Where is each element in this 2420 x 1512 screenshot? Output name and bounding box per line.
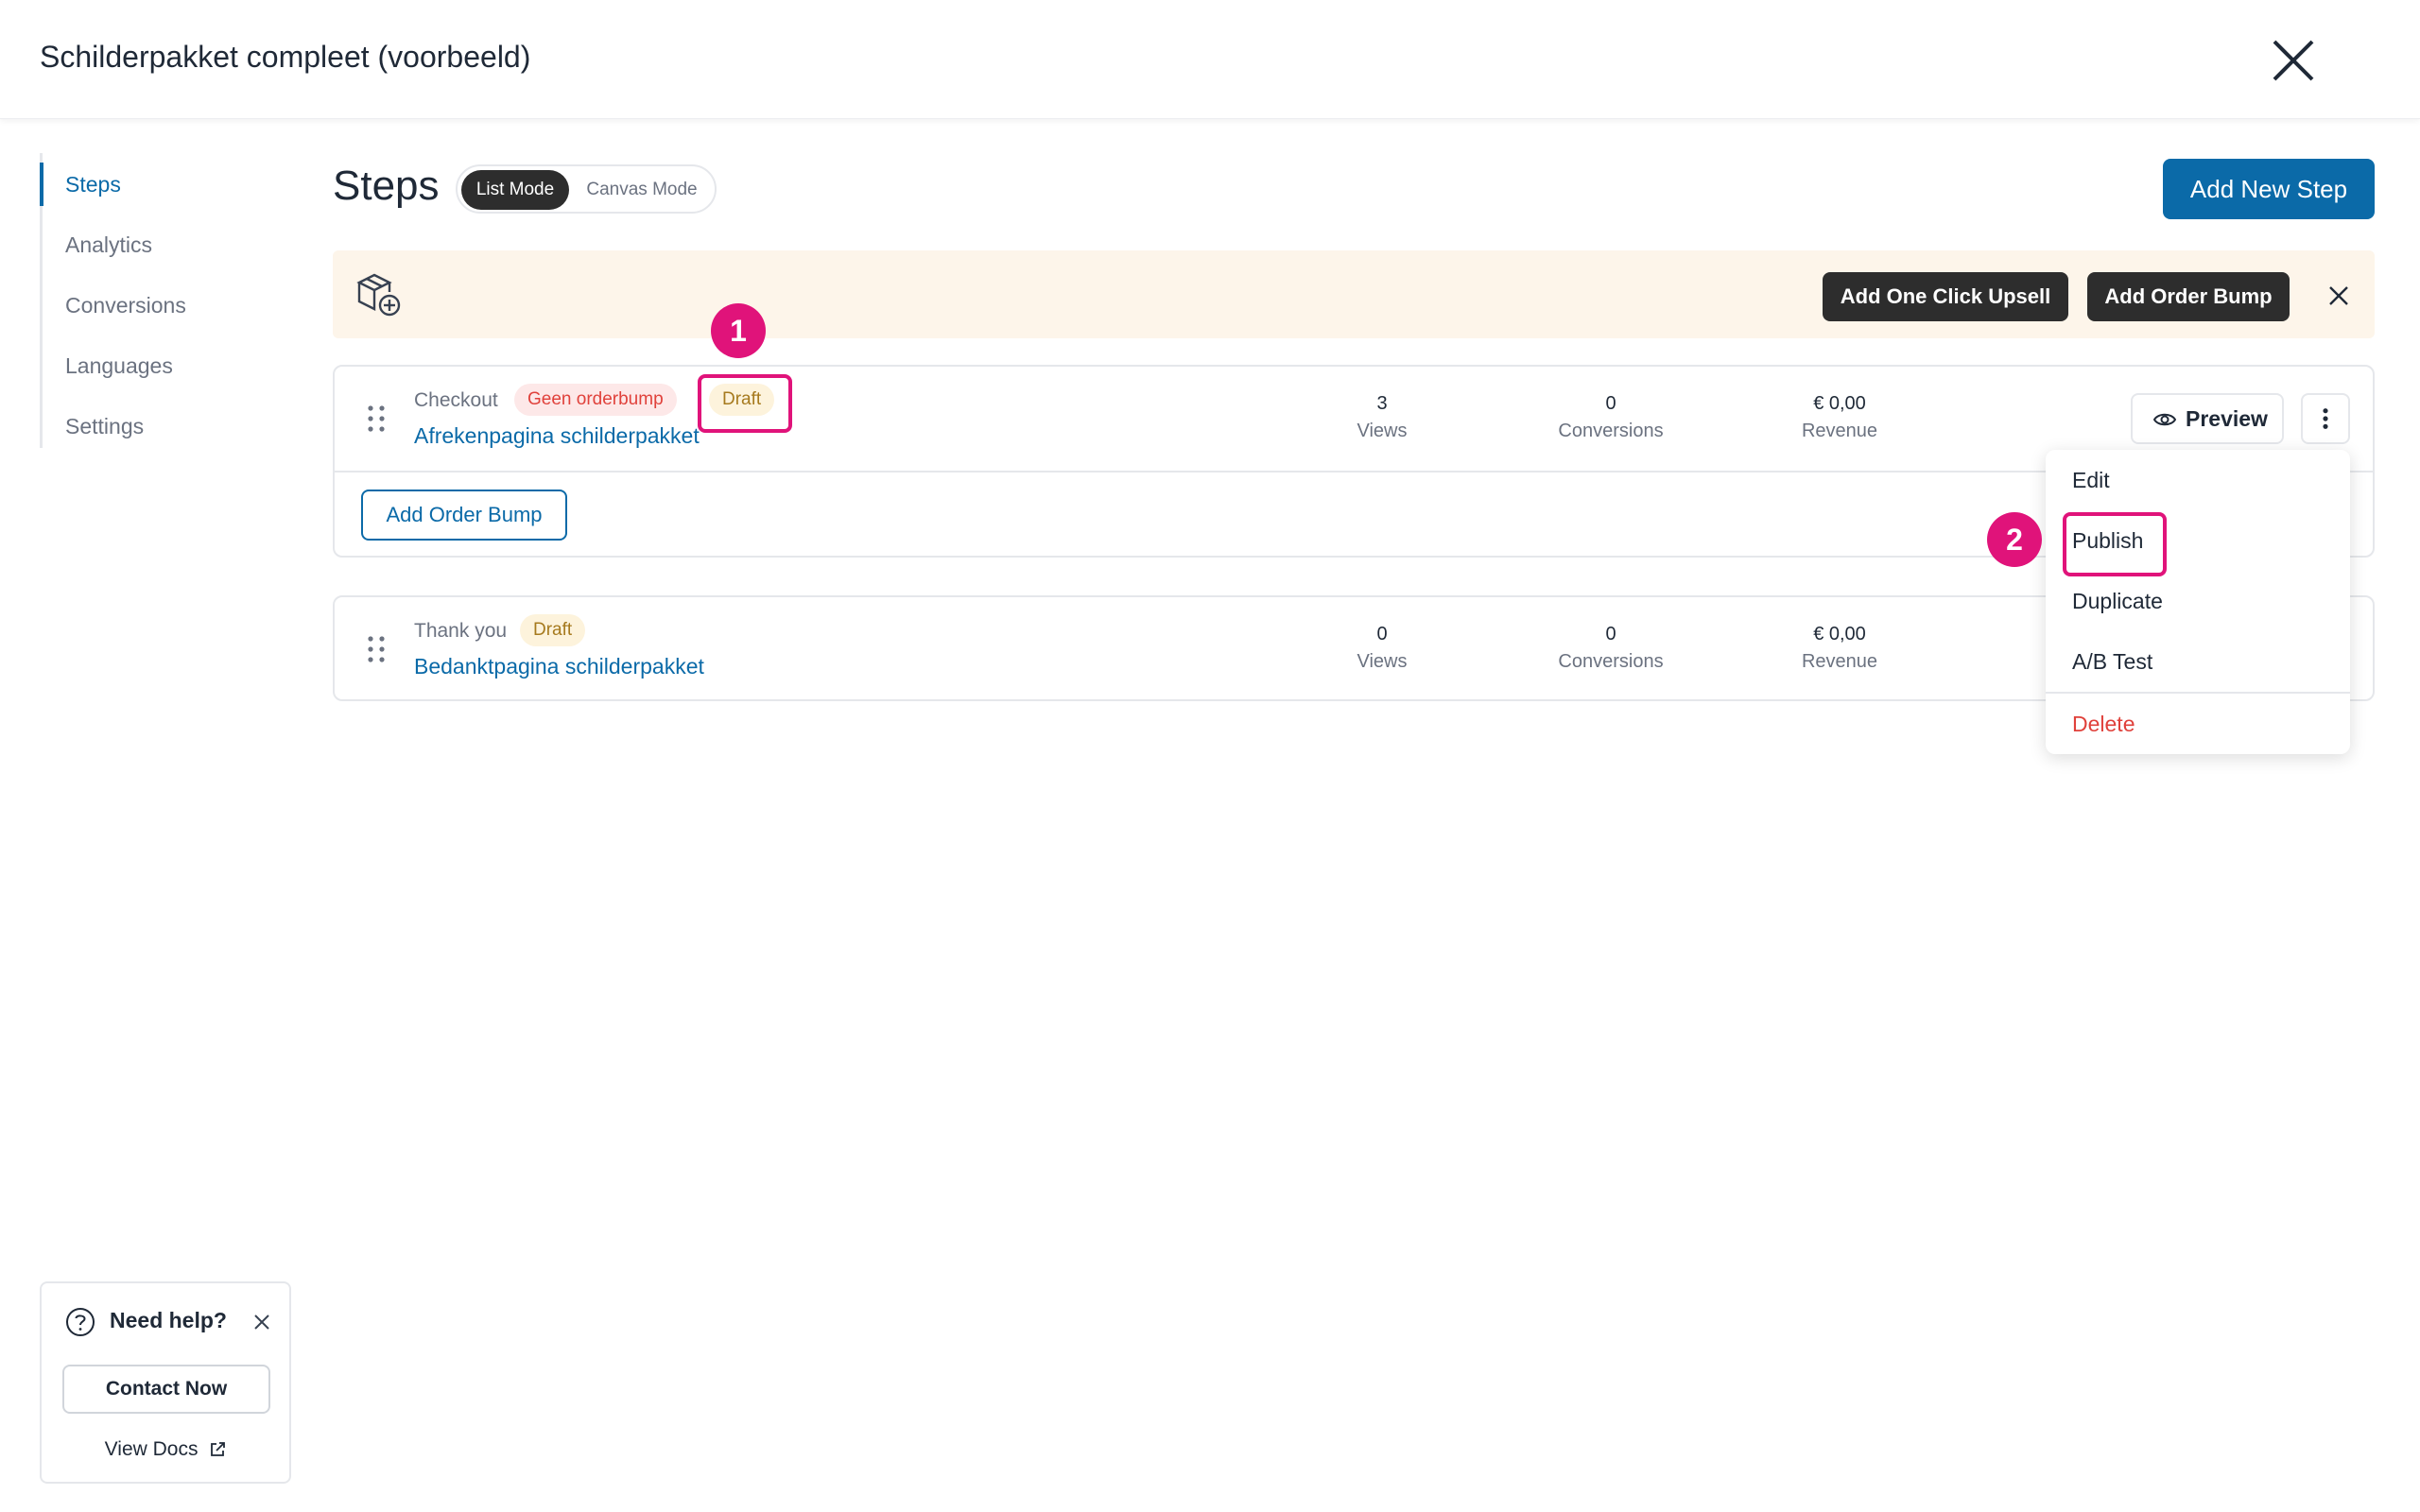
drag-handle-icon[interactable] bbox=[365, 403, 388, 435]
contact-now-button[interactable]: Contact Now bbox=[62, 1365, 270, 1414]
box-plus-icon bbox=[356, 273, 401, 317]
page-title: Schilderpakket compleet (voorbeeld) bbox=[40, 40, 531, 74]
list-mode-option[interactable]: List Mode bbox=[461, 170, 569, 210]
conversions-label: Conversions bbox=[1558, 651, 1664, 672]
step-type-label: Checkout bbox=[414, 389, 498, 411]
revenue-label: Revenue bbox=[1801, 421, 1878, 441]
views-label: Views bbox=[1357, 651, 1408, 672]
revenue-value: € 0,00 bbox=[1813, 393, 1866, 414]
add-order-bump-button[interactable]: Add Order Bump bbox=[361, 490, 567, 541]
upsell-banner: Add One Click Upsell Add Order Bump bbox=[333, 250, 2375, 338]
step-type-label: Thank you bbox=[414, 620, 508, 642]
status-badge: Draft bbox=[520, 614, 586, 646]
step-badge-1: 1 bbox=[711, 303, 766, 358]
menu-item-duplicate[interactable]: Duplicate bbox=[2046, 571, 2350, 631]
top-bar: Schilderpakket compleet (voorbeeld) bbox=[0, 0, 2420, 119]
add-order-bump-banner-button[interactable]: Add Order Bump bbox=[2087, 272, 2290, 321]
revenue-stat: € 0,00 Revenue bbox=[1745, 624, 1934, 673]
conversions-stat: 0 Conversions bbox=[1516, 624, 1705, 673]
close-icon[interactable] bbox=[2269, 36, 2318, 85]
views-value: 0 bbox=[1376, 624, 1388, 644]
view-mode-toggle: List Mode Canvas Mode bbox=[456, 164, 717, 214]
more-options-icon[interactable] bbox=[2301, 393, 2350, 444]
conversions-stat: 0 Conversions bbox=[1516, 393, 1705, 442]
step-badge-2: 2 bbox=[1987, 512, 2042, 567]
add-new-step-button[interactable]: Add New Step bbox=[2163, 159, 2375, 219]
menu-item-ab-test[interactable]: A/B Test bbox=[2046, 631, 2350, 692]
external-link-icon bbox=[211, 1442, 226, 1457]
step-name-link[interactable]: Bedanktpagina schilderpakket bbox=[414, 654, 704, 679]
section-heading: Steps bbox=[333, 163, 440, 209]
preview-label: Preview bbox=[2186, 406, 2268, 431]
sidebar-item-settings[interactable]: Settings bbox=[43, 404, 269, 448]
canvas-mode-option[interactable]: Canvas Mode bbox=[575, 170, 709, 210]
add-one-click-upsell-button[interactable]: Add One Click Upsell bbox=[1823, 272, 2068, 321]
question-circle-icon bbox=[66, 1308, 95, 1336]
status-badge: Draft bbox=[709, 384, 775, 416]
dismiss-banner-icon[interactable] bbox=[2327, 284, 2350, 307]
sidebar-item-conversions[interactable]: Conversions bbox=[43, 284, 269, 327]
sidebar-item-steps[interactable]: Steps bbox=[40, 163, 267, 206]
sidebar-item-analytics[interactable]: Analytics bbox=[43, 223, 269, 266]
sidebar-nav: Steps Analytics Conversions Languages Se… bbox=[40, 153, 285, 448]
step-options-menu: Edit Publish Duplicate A/B Test Delete bbox=[2046, 450, 2350, 754]
revenue-value: € 0,00 bbox=[1813, 624, 1866, 644]
view-docs-label: View Docs bbox=[104, 1438, 199, 1460]
view-docs-link[interactable]: View Docs bbox=[42, 1438, 289, 1461]
views-label: Views bbox=[1357, 421, 1408, 441]
order-bump-tag: Geen orderbump bbox=[514, 384, 677, 416]
help-title: Need help? bbox=[110, 1308, 227, 1332]
help-widget: Need help? Contact Now View Docs bbox=[40, 1281, 291, 1484]
close-help-icon[interactable] bbox=[253, 1314, 270, 1331]
views-stat: 3 Views bbox=[1288, 393, 1477, 442]
revenue-stat: € 0,00 Revenue bbox=[1745, 393, 1934, 442]
drag-handle-icon[interactable] bbox=[365, 633, 388, 665]
views-value: 3 bbox=[1376, 393, 1388, 414]
conversions-label: Conversions bbox=[1558, 421, 1664, 441]
conversions-value: 0 bbox=[1605, 393, 1616, 414]
revenue-label: Revenue bbox=[1801, 651, 1878, 672]
step-name-link[interactable]: Afrekenpagina schilderpakket bbox=[414, 423, 700, 449]
menu-item-edit[interactable]: Edit bbox=[2046, 450, 2350, 510]
menu-item-publish[interactable]: Publish bbox=[2046, 510, 2350, 571]
preview-button[interactable]: Preview bbox=[2131, 393, 2284, 444]
eye-icon bbox=[2153, 413, 2176, 426]
views-stat: 0 Views bbox=[1288, 624, 1477, 673]
menu-item-delete[interactable]: Delete bbox=[2046, 694, 2350, 754]
conversions-value: 0 bbox=[1605, 624, 1616, 644]
sidebar-item-languages[interactable]: Languages bbox=[43, 344, 269, 387]
